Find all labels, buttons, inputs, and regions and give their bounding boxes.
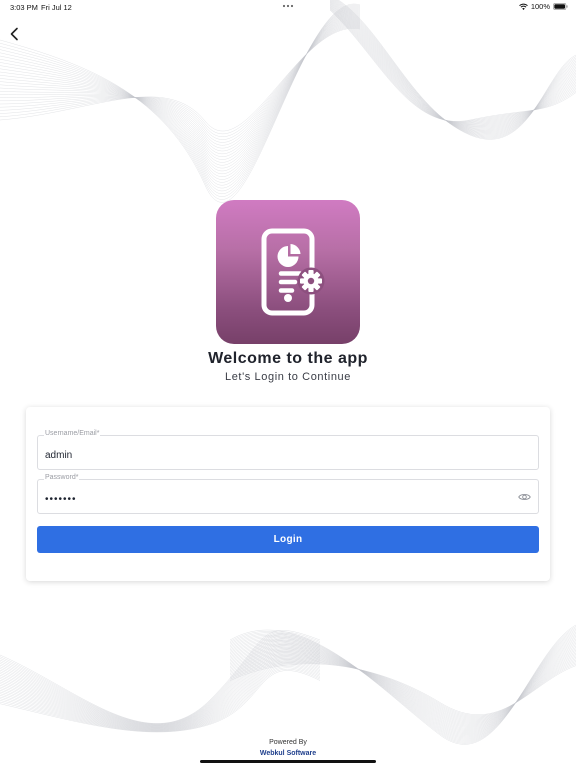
back-button[interactable] [6,25,24,43]
login-card: Username/Email* Password* Login [26,407,550,581]
show-password-toggle[interactable] [518,491,531,503]
eye-icon [518,494,531,500]
status-time: 3:03 PM [10,3,38,12]
password-field[interactable]: Password* [37,474,539,514]
status-date: Fri Jul 12 [41,3,72,12]
phone-analytics-settings-icon [261,228,325,316]
welcome-title: Welcome to the app [208,350,368,367]
background-wave-pattern [0,0,576,745]
home-indicator [200,760,376,763]
password-input[interactable] [38,480,538,513]
app-logo [216,200,360,344]
multitasking-dots-icon[interactable] [280,2,296,10]
status-indicators: 100% [518,2,568,11]
welcome-subtitle: Let's Login to Continue [225,371,351,383]
battery-percentage: 100% [530,2,550,11]
username-input[interactable] [38,436,538,469]
login-button[interactable]: Login [37,526,539,553]
username-field[interactable]: Username/Email* [37,430,539,470]
company-name: Webkul Software [259,750,317,757]
chevron-left-icon [10,27,18,41]
status-bar: 3:03 PM Fri Jul 12 100% [0,0,576,14]
wifi-icon [518,3,528,10]
powered-by-label: Powered By [269,739,307,746]
battery-icon [553,3,568,10]
